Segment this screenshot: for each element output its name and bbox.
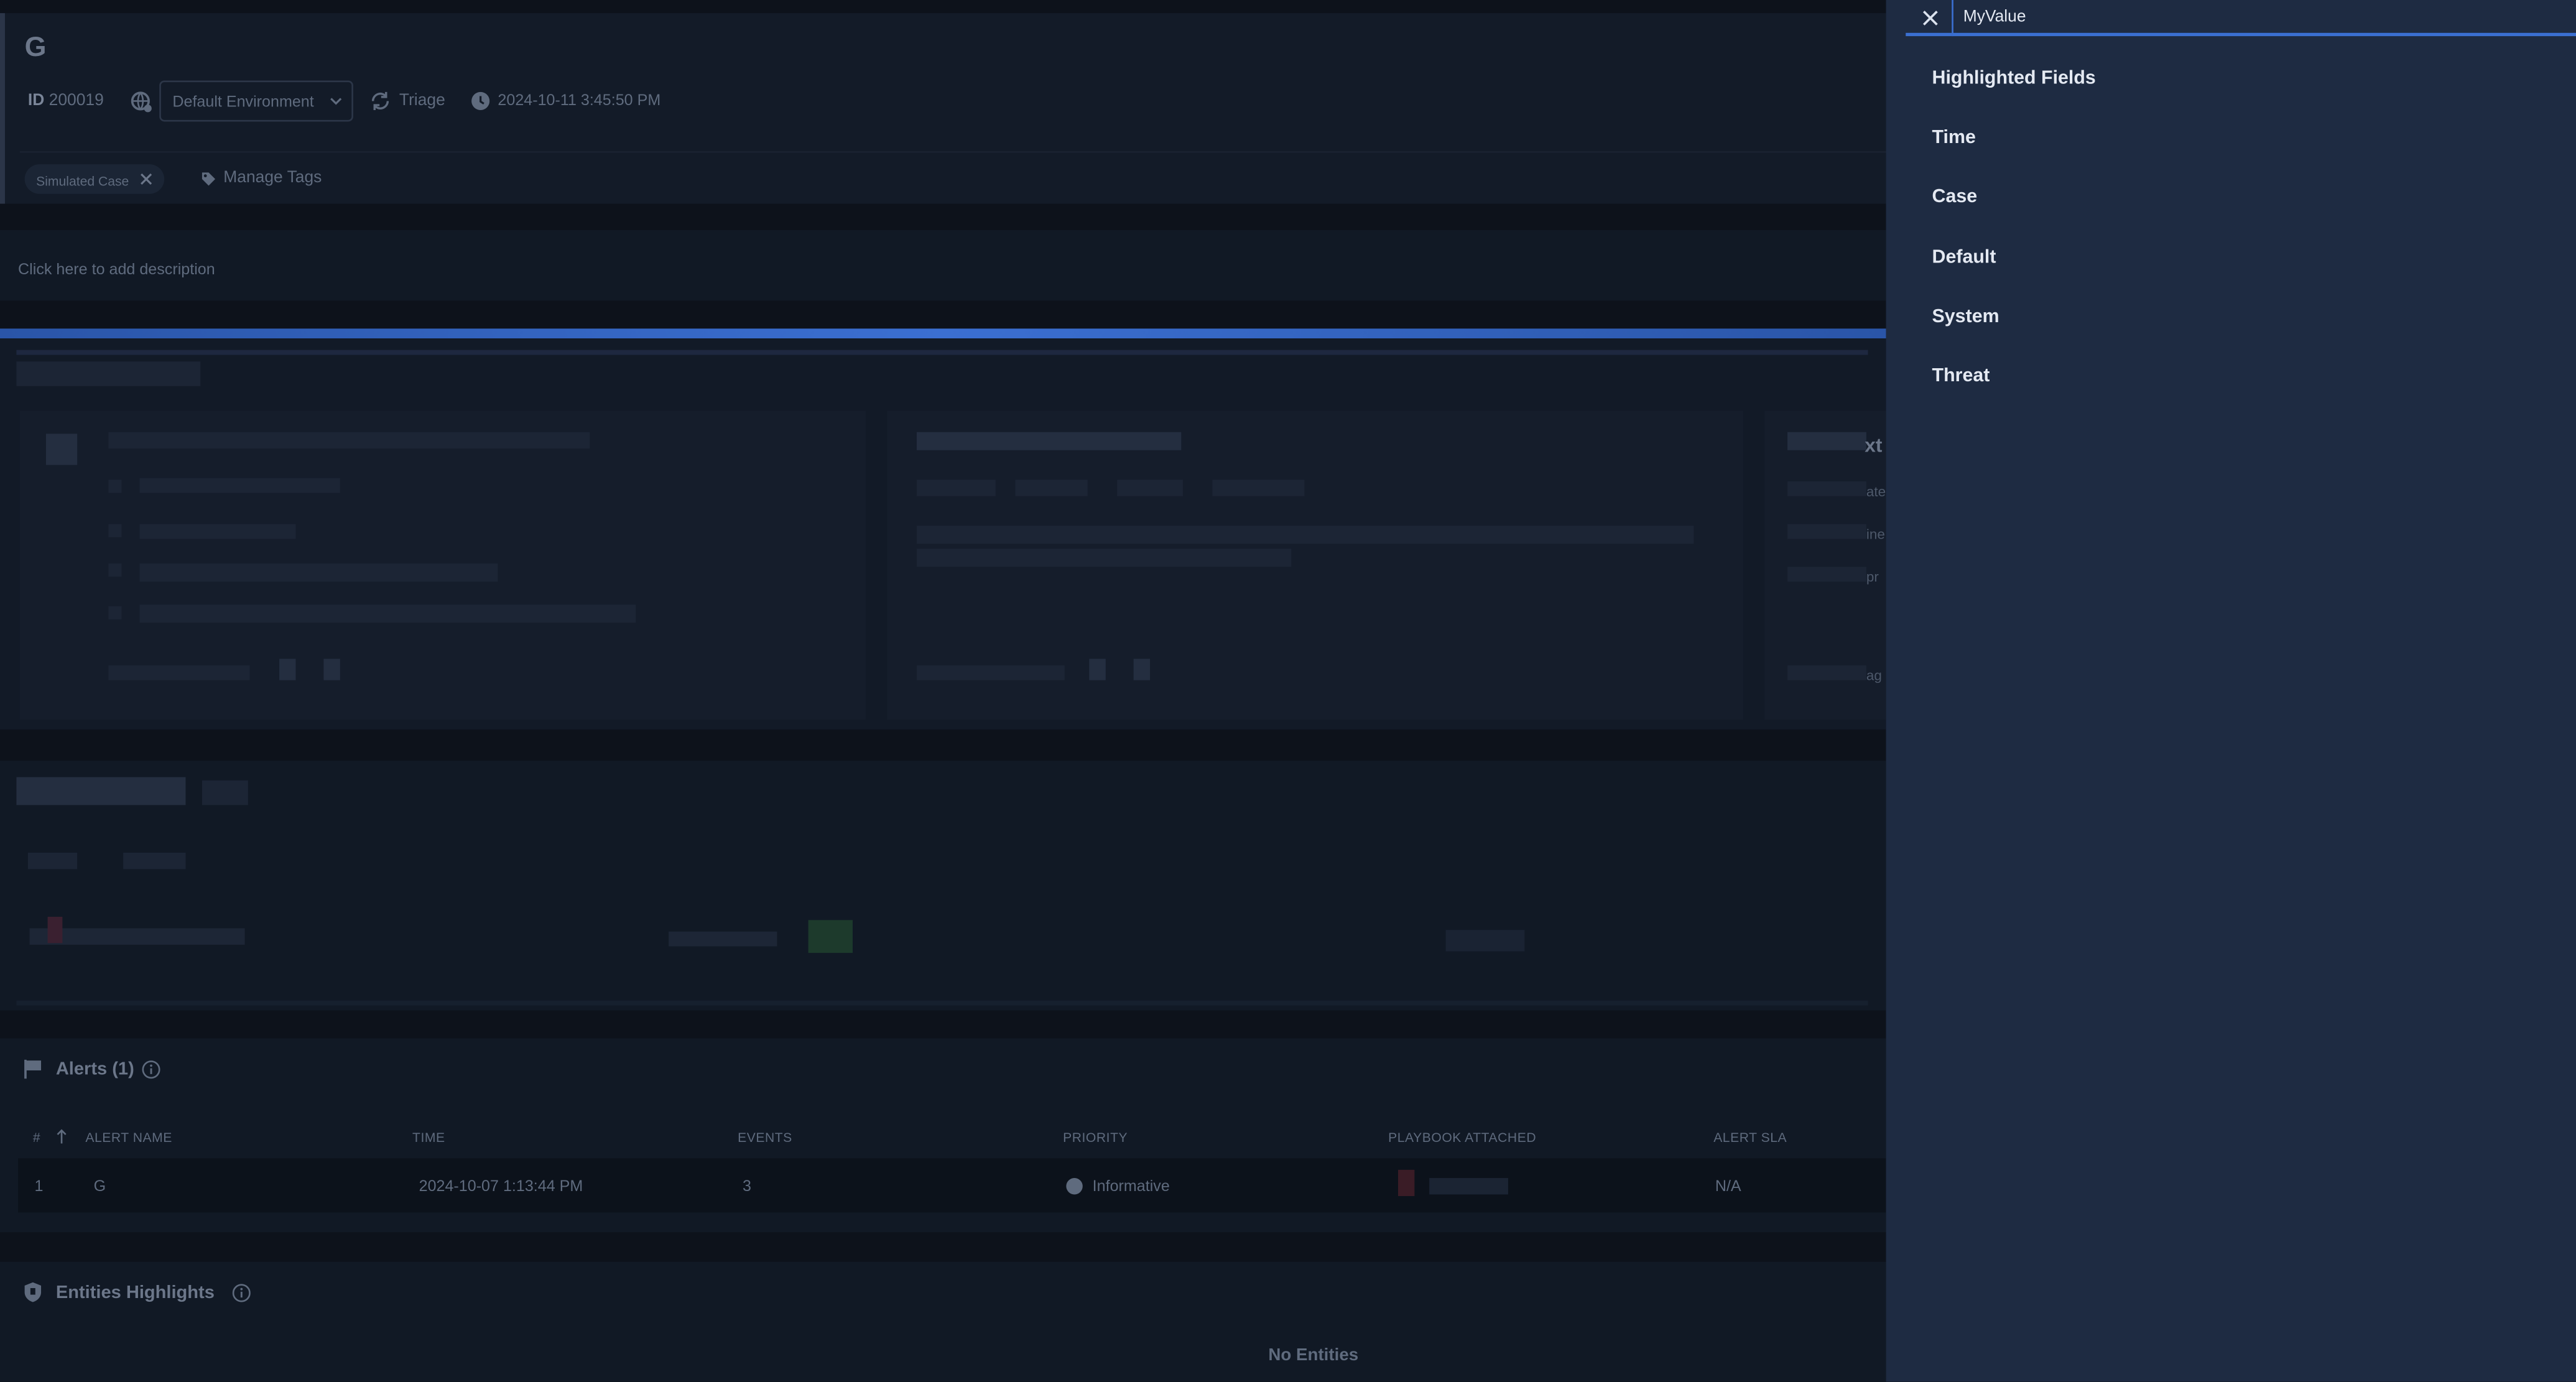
widget-accent-bar: [0, 328, 1886, 339]
blurred-timeline-section: [0, 761, 1886, 1011]
tag-chip: Simulated Case: [24, 164, 165, 194]
entities-info-icon[interactable]: [231, 1283, 251, 1303]
row-playbook-blurred: [1398, 1169, 1415, 1197]
col-priority[interactable]: PRIORITY: [1063, 1130, 1128, 1145]
description-card[interactable]: Click here to add description: [0, 230, 1886, 301]
search-input-value: MyValue: [1963, 8, 2026, 27]
entities-card: [0, 1261, 1886, 1382]
case-header: G ID 200019 Default Environment Triage 2…: [0, 13, 1886, 204]
col-events[interactable]: EVENTS: [738, 1130, 792, 1145]
alerts-title: Alerts (1): [55, 1059, 134, 1080]
blurred-widgets-section: xt ate ine pr ag: [0, 338, 1886, 730]
blurred-divider: [16, 350, 1868, 355]
blurred-section-title: [16, 361, 201, 386]
search-input[interactable]: MyValue: [1952, 0, 2576, 37]
blurred-widget-2: [887, 410, 1743, 720]
row-playbook-blurred-text: [1429, 1178, 1508, 1195]
case-id: ID 200019: [28, 92, 104, 110]
close-panel-button[interactable]: [1919, 7, 1942, 30]
table-row[interactable]: [18, 1158, 1886, 1213]
case-created-time: 2024-10-11 3:45:50 PM: [498, 91, 661, 110]
flag-icon: [23, 1058, 44, 1079]
row-time: 2024-10-07 1:13:44 PM: [419, 1178, 583, 1197]
description-placeholder: Click here to add description: [18, 261, 215, 280]
entities-empty-text: No Entities: [1268, 1345, 1359, 1366]
row-alert-name[interactable]: G: [94, 1178, 106, 1196]
header-divider: [19, 151, 1886, 153]
case-id-value: 200019: [49, 91, 104, 110]
row-priority: Informative: [1092, 1178, 1170, 1197]
row-number: 1: [34, 1178, 44, 1197]
environment-value: Default Environment: [172, 93, 314, 112]
close-icon[interactable]: [141, 172, 154, 185]
chevron-down-icon: [328, 94, 343, 109]
priority-dot-icon: [1066, 1178, 1083, 1195]
row-events: 3: [743, 1178, 751, 1197]
widget-line-2: ine: [1866, 526, 1885, 542]
tag-label: Simulated Case: [36, 174, 129, 189]
section-system[interactable]: System: [1932, 307, 1999, 327]
shield-icon: [23, 1281, 43, 1302]
section-highlighted-fields[interactable]: Highlighted Fields: [1932, 69, 2096, 89]
info-icon[interactable]: [141, 1060, 161, 1080]
tag-icon: [200, 171, 216, 187]
widget-line-3: pr: [1866, 568, 1879, 585]
blurred-widget-1: [19, 410, 866, 720]
col-playbook-attached[interactable]: PLAYBOOK ATTACHED: [1388, 1130, 1536, 1145]
case-overview: G ID 200019 Default Environment Triage 2…: [0, 0, 1886, 1382]
environment-select[interactable]: Default Environment: [159, 80, 353, 122]
case-stage[interactable]: Triage: [399, 92, 445, 110]
section-threat[interactable]: Threat: [1932, 366, 1990, 386]
header-left-accent: [0, 13, 5, 204]
widget-title-fragment: xt: [1865, 434, 1883, 457]
field-picker-panel: MyValue Highlighted Fields Time Case Def…: [1886, 0, 2576, 1382]
search-underline-left: [1906, 32, 1952, 37]
col-time[interactable]: TIME: [412, 1130, 445, 1145]
section-time[interactable]: Time: [1932, 128, 1976, 148]
row-sla: N/A: [1715, 1178, 1741, 1197]
section-case[interactable]: Case: [1932, 187, 1978, 207]
case-id-label: ID: [27, 91, 45, 110]
environment-icon: [130, 90, 153, 113]
widget-line-1: ate: [1866, 483, 1886, 500]
section-default[interactable]: Default: [1932, 248, 1996, 268]
col-alert-name[interactable]: ALERT NAME: [85, 1130, 172, 1145]
col-alert-sla[interactable]: ALERT SLA: [1713, 1130, 1787, 1145]
case-title: G: [24, 31, 47, 63]
stage-icon: [369, 90, 391, 111]
sort-arrow-icon[interactable]: [56, 1129, 67, 1145]
col-number: #: [32, 1130, 41, 1146]
manage-tags-label: Manage Tags: [223, 169, 322, 188]
widget-line-4: ag: [1866, 667, 1882, 684]
entities-title: Entities Highlights: [55, 1283, 215, 1303]
clock-icon: [470, 90, 491, 111]
blurred-widget-3: xt ate ine pr ag: [1764, 410, 1886, 720]
